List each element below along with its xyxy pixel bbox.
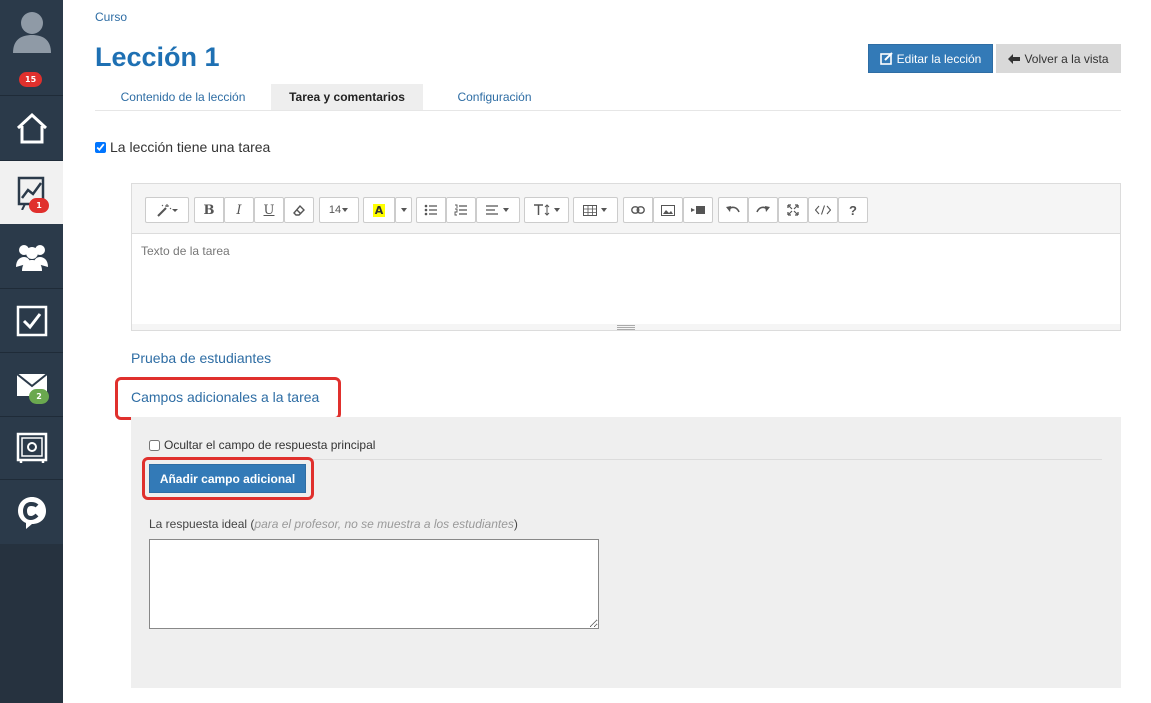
back-to-view-button[interactable]: Volver a la vista <box>996 44 1121 73</box>
tab-task-comments[interactable]: Tarea y comentarios <box>271 84 423 110</box>
sidebar-profile[interactable]: 15 <box>0 0 63 96</box>
font-size-value: 14 <box>328 204 342 216</box>
arrow-left-icon <box>1008 53 1021 64</box>
hide-main-answer-label: Ocultar el campo de respuesta principal <box>164 438 376 452</box>
font-size-dropdown[interactable]: 14 <box>319 197 359 223</box>
sidebar-item-groups[interactable] <box>0 224 63 289</box>
caret-down-icon <box>400 208 407 212</box>
bullet-list-icon <box>424 204 437 216</box>
safe-icon <box>16 432 47 463</box>
sidebar-item-chat[interactable] <box>0 480 63 544</box>
ideal-answer-note: para el profesor, no se muestra a los es… <box>254 517 514 531</box>
table-icon <box>583 204 597 216</box>
bullet-list-button[interactable] <box>416 197 446 223</box>
sidebar-item-courses[interactable]: 1 <box>0 161 63 224</box>
eraser-icon <box>293 204 305 216</box>
messages-badge: 2 <box>29 389 49 404</box>
home-icon <box>16 112 47 144</box>
highlight-a-icon: A <box>372 203 386 217</box>
task-text-placeholder: Texto de la tarea <box>141 244 230 258</box>
sidebar-item-tasks[interactable] <box>0 289 63 353</box>
undo-icon <box>726 206 740 213</box>
help-button[interactable]: ? <box>838 197 868 223</box>
users-icon <box>15 245 48 271</box>
caret-down-icon <box>553 208 560 212</box>
has-task-label: La lección tiene una tarea <box>110 139 271 155</box>
link-button[interactable] <box>623 197 653 223</box>
hide-main-answer-checkbox[interactable]: Ocultar el campo de respuesta principal <box>149 438 375 452</box>
redo-button[interactable] <box>748 197 778 223</box>
line-height-dropdown[interactable] <box>524 197 569 223</box>
edit-icon <box>879 52 893 65</box>
courses-badge: 1 <box>29 198 49 213</box>
redo-icon <box>756 206 770 213</box>
ideal-answer-textarea[interactable] <box>149 539 599 629</box>
caret-down-icon <box>601 208 607 212</box>
video-icon <box>691 206 705 214</box>
caret-down-icon <box>503 208 509 212</box>
has-task-checkbox[interactable]: La lección tiene una tarea <box>95 139 270 155</box>
ideal-answer-label: La respuesta ideal (para el profesor, no… <box>149 517 518 531</box>
extra-fields-link[interactable]: Campos adicionales a la tarea <box>131 389 319 405</box>
align-dropdown[interactable] <box>476 197 520 223</box>
sidebar-item-home[interactable] <box>0 96 63 161</box>
task-text-area[interactable]: Texto de la tarea <box>132 234 1120 324</box>
grip-icon <box>617 324 635 330</box>
underline-button[interactable]: U <box>254 197 284 223</box>
ideal-answer-label-text: La respuesta ideal ( <box>149 517 255 531</box>
link-icon <box>631 206 645 214</box>
caret-down-icon <box>342 208 349 212</box>
image-icon <box>661 204 675 216</box>
code-icon <box>815 205 831 215</box>
has-task-checkbox-input[interactable] <box>95 141 106 153</box>
sidebar-item-messages[interactable]: 2 <box>0 353 63 417</box>
italic-button[interactable]: I <box>224 197 254 223</box>
students-test-link[interactable]: Prueba de estudiantes <box>131 350 271 366</box>
sidebar: 15 1 2 <box>0 0 63 703</box>
numbered-list-icon <box>454 204 467 216</box>
highlight-color-button[interactable]: A <box>363 197 395 223</box>
numbered-list-button[interactable] <box>446 197 476 223</box>
bold-button[interactable]: B <box>194 197 224 223</box>
add-extra-field-button[interactable]: Añadir campo adicional <box>149 464 306 493</box>
text-height-icon <box>533 204 549 216</box>
fullscreen-button[interactable] <box>778 197 808 223</box>
undo-button[interactable] <box>718 197 748 223</box>
chat-logo-icon <box>17 497 46 529</box>
table-dropdown[interactable] <box>573 197 618 223</box>
hide-main-answer-input[interactable] <box>149 439 160 451</box>
align-left-icon <box>486 205 498 215</box>
magic-wand-icon <box>157 204 178 217</box>
task-editor: B I U 14 A ? Texto de la tarea <box>131 183 1121 331</box>
sidebar-item-safe[interactable] <box>0 417 63 480</box>
clear-format-button[interactable] <box>284 197 314 223</box>
user-avatar-icon <box>12 12 51 53</box>
edit-lesson-label: Editar la lección <box>896 51 982 66</box>
breadcrumb[interactable]: Curso <box>95 10 127 24</box>
editor-resize-handle[interactable] <box>132 324 1120 330</box>
highlight-color-dropdown[interactable] <box>395 197 412 223</box>
notifications-badge: 15 <box>19 72 43 87</box>
page-title: Lección 1 <box>95 42 220 72</box>
sidebar-footer <box>0 544 63 703</box>
ideal-answer-label-end: ) <box>513 517 518 531</box>
code-view-button[interactable] <box>808 197 838 223</box>
checkbox-icon <box>16 305 47 336</box>
video-button[interactable] <box>683 197 713 223</box>
image-button[interactable] <box>653 197 683 223</box>
fullscreen-icon <box>787 204 799 216</box>
editor-toolbar: B I U 14 A ? <box>132 184 1120 234</box>
tab-settings[interactable]: Configuración <box>423 84 566 110</box>
style-button[interactable] <box>145 197 189 223</box>
back-to-view-label: Volver a la vista <box>1024 51 1109 66</box>
tab-lesson-content[interactable]: Contenido de la lección <box>95 84 271 110</box>
edit-lesson-button[interactable]: Editar la lección <box>868 44 993 73</box>
lesson-tabs: Contenido de la lección Tarea y comentar… <box>95 84 1121 111</box>
